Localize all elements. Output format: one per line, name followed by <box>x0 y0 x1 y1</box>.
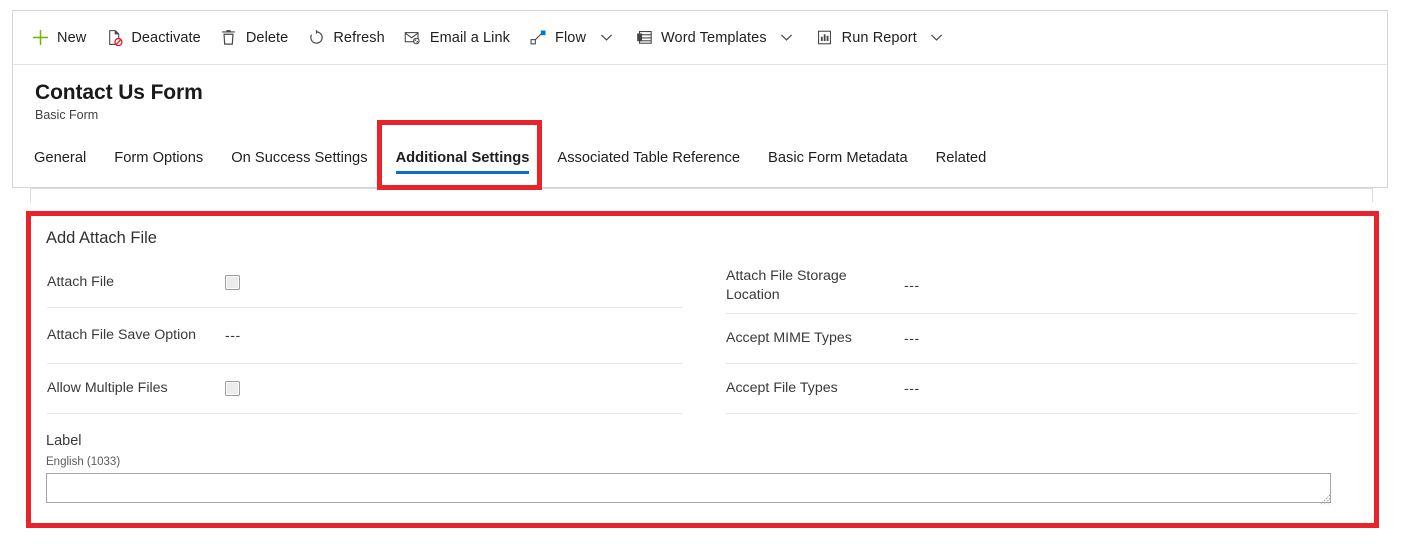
field-attach-file-storage-location: Attach File Storage Location --- <box>726 258 1357 314</box>
word-template-icon <box>634 28 654 48</box>
tab-additional-settings[interactable]: Additional Settings <box>382 137 544 179</box>
label-input[interactable] <box>46 473 1331 503</box>
form-window: New Deactivate Delete Refresh Email a Li… <box>12 10 1388 188</box>
attach-file-save-option-value[interactable]: --- <box>225 328 241 344</box>
record-header: Contact Us Form Basic Form <box>13 65 1387 123</box>
tab-general-label: General <box>34 150 87 166</box>
command-word-templates[interactable]: Word Templates <box>625 11 806 64</box>
command-new-label: New <box>57 29 87 46</box>
tab-on-success-settings-label: On Success Settings <box>231 150 368 166</box>
command-email-a-link-label: Email a Link <box>429 29 511 46</box>
attach-file-storage-location-value[interactable]: --- <box>904 278 920 294</box>
tab-form-options-label: Form Options <box>114 150 204 166</box>
field-accept-file-types: Accept File Types --- <box>726 364 1357 414</box>
command-bar: New Deactivate Delete Refresh Email a Li… <box>13 11 1387 65</box>
command-flow-label: Flow <box>555 29 587 46</box>
email-link-icon <box>403 28 423 48</box>
section-columns: Attach File Attach File Save Option --- … <box>33 258 1371 414</box>
section-column-right: Attach File Storage Location --- Accept … <box>702 258 1371 414</box>
command-deactivate-label: Deactivate <box>131 29 201 46</box>
record-entity-type: Basic Form <box>35 108 99 122</box>
accept-mime-types-value[interactable]: --- <box>904 331 920 347</box>
command-deactivate[interactable]: Deactivate <box>95 11 210 64</box>
trash-icon <box>219 28 239 48</box>
command-email-a-link[interactable]: Email a Link <box>394 11 519 64</box>
tab-basic-form-metadata-label: Basic Form Metadata <box>768 150 908 166</box>
field-accept-mime-types: Accept MIME Types --- <box>726 314 1357 364</box>
tab-form-options[interactable]: Form Options <box>100 137 217 179</box>
chevron-down-icon[interactable] <box>777 28 797 48</box>
command-word-templates-label: Word Templates <box>661 29 767 46</box>
command-run-report-label: Run Report <box>841 29 917 46</box>
label-block-title: Label <box>46 433 82 449</box>
refresh-icon <box>306 28 326 48</box>
command-refresh-label: Refresh <box>333 29 385 46</box>
tab-additional-settings-label: Additional Settings <box>395 150 530 166</box>
field-accept-mime-types-label: Accept MIME Types <box>726 330 852 346</box>
label-block-language: English (1033) <box>46 456 121 468</box>
command-run-report[interactable]: Run Report <box>806 11 956 64</box>
plus-icon <box>30 28 50 48</box>
label-block: Label English (1033) <box>33 414 1371 508</box>
command-flow[interactable]: Flow <box>519 11 625 64</box>
command-new[interactable]: New <box>21 11 95 64</box>
chevron-down-icon[interactable] <box>927 28 947 48</box>
command-delete[interactable]: Delete <box>210 11 298 64</box>
field-attach-file: Attach File <box>47 258 682 308</box>
attach-file-checkbox[interactable] <box>225 275 240 290</box>
tab-basic-form-metadata[interactable]: Basic Form Metadata <box>754 137 922 179</box>
allow-multiple-files-checkbox[interactable] <box>225 381 240 396</box>
run-report-icon <box>815 28 835 48</box>
chevron-down-icon[interactable] <box>596 28 616 48</box>
scrolled-panel-top-edge <box>30 188 1373 202</box>
tab-on-success-settings[interactable]: On Success Settings <box>217 137 381 179</box>
field-attach-file-save-option: Attach File Save Option --- <box>47 308 682 364</box>
command-refresh[interactable]: Refresh <box>297 11 393 64</box>
field-accept-file-types-label: Accept File Types <box>726 380 838 396</box>
command-delete-label: Delete <box>245 29 289 46</box>
screen-root: New Deactivate Delete Refresh Email a Li… <box>0 0 1411 544</box>
tab-related[interactable]: Related <box>922 137 1001 179</box>
tab-related-label: Related <box>935 150 987 166</box>
form-tab-strip: General Form Options On Success Settings… <box>13 137 1387 188</box>
field-allow-multiple-files-label: Allow Multiple Files <box>47 380 168 396</box>
page-title: Contact Us Form <box>35 81 203 104</box>
tab-associated-table-reference-label: Associated Table Reference <box>557 150 741 166</box>
section-column-left: Attach File Attach File Save Option --- … <box>33 258 702 414</box>
field-allow-multiple-files: Allow Multiple Files <box>47 364 682 414</box>
field-attach-file-storage-location-label: Attach File Storage Location <box>726 267 847 303</box>
tab-associated-table-reference[interactable]: Associated Table Reference <box>543 137 754 179</box>
label-input-wrapper <box>46 469 1331 505</box>
section-title: Add Attach File <box>46 229 157 247</box>
field-attach-file-label: Attach File <box>47 274 115 290</box>
accept-file-types-value[interactable]: --- <box>904 381 920 397</box>
flow-icon <box>528 28 548 48</box>
field-attach-file-save-option-label: Attach File Save Option <box>47 327 197 343</box>
tab-general[interactable]: General <box>34 137 100 179</box>
add-attach-file-section: Add Attach File Attach File Attach File … <box>33 220 1371 508</box>
deactivate-icon <box>104 28 124 48</box>
